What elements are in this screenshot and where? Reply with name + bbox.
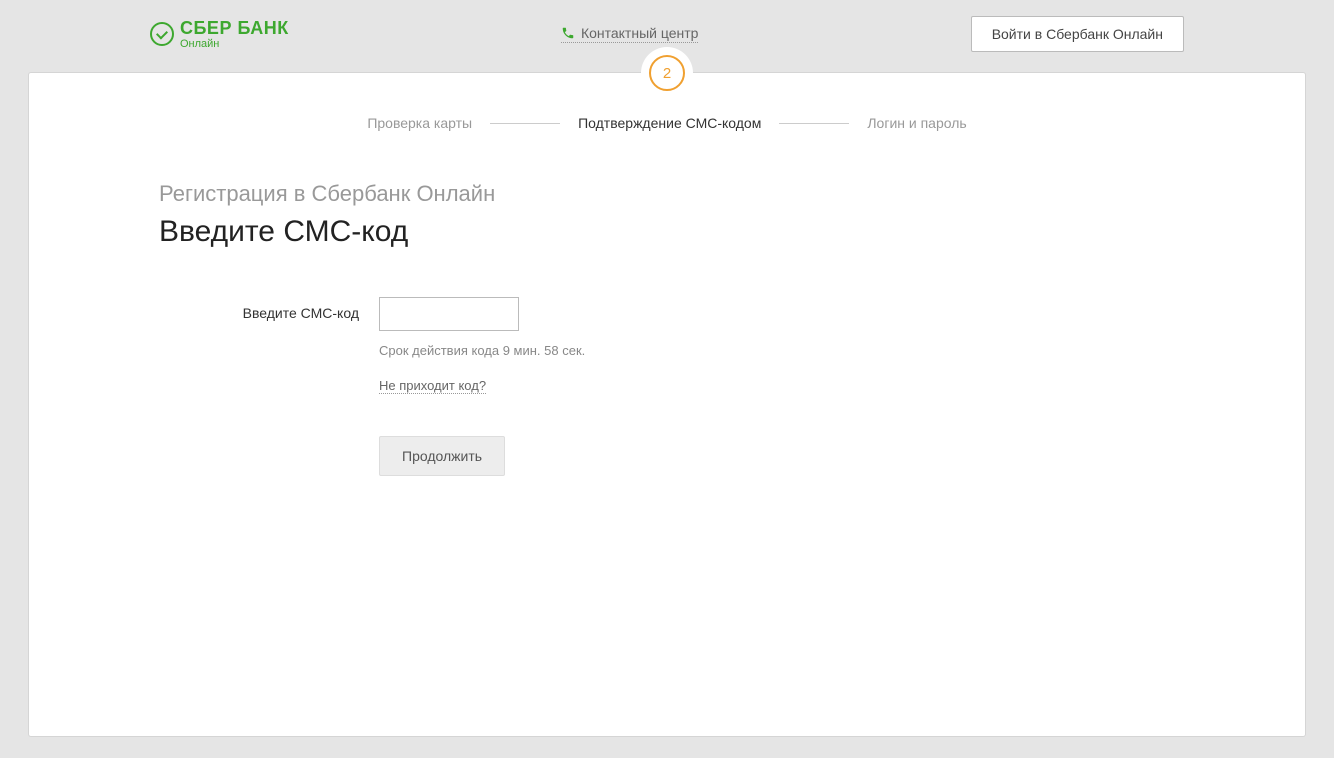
page-subtitle: Регистрация в Сбербанк Онлайн (159, 181, 1175, 207)
logo-text: СБЕР БАНК Онлайн (180, 19, 289, 50)
login-button[interactable]: Войти в Сбербанк Онлайн (971, 16, 1184, 52)
sms-field-label: Введите СМС-код (159, 297, 359, 321)
code-expiry-timer: Срок действия кода 9 мин. 58 сек. (379, 343, 585, 358)
sms-form-row: Введите СМС-код Срок действия кода 9 мин… (159, 297, 1175, 476)
step-1-label: Проверка карты (367, 115, 472, 131)
contact-center-label: Контактный центр (581, 25, 699, 41)
page-title: Введите СМС-код (159, 215, 1175, 249)
main-card: 2 Проверка карты Подтверждение СМС-кодом… (28, 72, 1306, 737)
content: Регистрация в Сбербанк Онлайн Введите СМ… (29, 161, 1305, 476)
logo-sub-text: Онлайн (180, 39, 289, 50)
sms-code-input[interactable] (379, 297, 519, 331)
contact-center-link[interactable]: Контактный центр (561, 25, 699, 43)
step-3-label: Логин и пароль (867, 115, 966, 131)
continue-button[interactable]: Продолжить (379, 436, 505, 476)
logo-main-text: СБЕР БАНК (180, 19, 289, 37)
step-number-badge: 2 (649, 55, 685, 91)
logo[interactable]: СБЕР БАНК Онлайн (150, 19, 289, 50)
sber-logo-icon (150, 22, 174, 46)
phone-icon (561, 26, 575, 40)
step-divider (490, 123, 560, 124)
step-divider (779, 123, 849, 124)
code-not-received-link[interactable]: Не приходит код? (379, 378, 486, 394)
sms-control-column: Срок действия кода 9 мин. 58 сек. Не при… (379, 297, 585, 476)
step-2-label: Подтверждение СМС-кодом (578, 115, 761, 131)
